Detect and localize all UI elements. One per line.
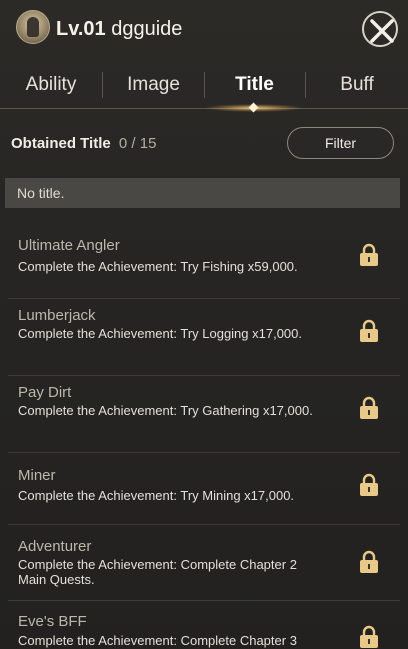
character-name: dgguide bbox=[111, 18, 183, 40]
title-description: Complete the Achievement: Try Mining x17… bbox=[18, 488, 295, 503]
list-item[interactable]: Miner Complete the Achievement: Try Mini… bbox=[0, 453, 408, 524]
list-item[interactable]: Pay Dirt Complete the Achievement: Try G… bbox=[0, 376, 408, 452]
tab-bar: Ability Image Title Buff bbox=[0, 62, 408, 109]
obtained-title-summary: Obtained Title 0 / 15 bbox=[11, 135, 156, 153]
close-icon bbox=[370, 19, 394, 43]
lock-icon bbox=[360, 473, 378, 496]
header: Lv.01 dgguide bbox=[0, 0, 408, 58]
title-description: Complete the Achievement: Try Fishing x5… bbox=[18, 259, 298, 274]
lock-icon bbox=[360, 396, 378, 419]
list-item[interactable]: Eve's BFF Complete the Achievement: Comp… bbox=[0, 601, 408, 649]
character-title: Lv.01 dgguide bbox=[56, 17, 182, 41]
tab-ability[interactable]: Ability bbox=[0, 62, 102, 108]
avatar bbox=[16, 10, 50, 44]
title-name: Pay Dirt bbox=[18, 384, 72, 401]
list-item[interactable]: Ultimate Angler Complete the Achievement… bbox=[0, 222, 408, 298]
obtained-title-label: Obtained Title bbox=[11, 135, 111, 152]
obtained-title-count: 0 / 15 bbox=[118, 135, 157, 152]
list-item[interactable]: Lumberjack Complete the Achievement: Try… bbox=[0, 299, 408, 375]
tab-title[interactable]: Title bbox=[205, 62, 304, 108]
character-panel: Lv.01 dgguide Ability Image Title Buff O… bbox=[0, 0, 408, 649]
lock-icon bbox=[360, 243, 378, 266]
close-button[interactable] bbox=[362, 11, 398, 47]
lock-icon bbox=[360, 550, 378, 573]
title-name: Miner bbox=[18, 467, 56, 484]
tab-buff[interactable]: Buff bbox=[306, 62, 408, 108]
title-name: Ultimate Angler bbox=[18, 237, 120, 254]
title-name: Adventurer bbox=[18, 538, 92, 555]
title-name: Eve's BFF bbox=[18, 613, 87, 630]
level-label: Lv.01 bbox=[56, 18, 106, 40]
list-item[interactable]: Adventurer Complete the Achievement: Com… bbox=[0, 525, 408, 600]
tab-image[interactable]: Image bbox=[103, 62, 204, 108]
title-description: Complete the Achievement: Try Logging x1… bbox=[18, 326, 303, 341]
lock-icon bbox=[360, 319, 378, 342]
equipped-title-slot[interactable]: No title. bbox=[5, 178, 400, 208]
title-description: Complete the Achievement: Complete Chapt… bbox=[18, 633, 297, 648]
title-description: Complete the Achievement: Complete Chapt… bbox=[18, 557, 297, 587]
title-list[interactable]: Ultimate Angler Complete the Achievement… bbox=[0, 222, 408, 649]
filter-button[interactable]: Filter bbox=[287, 127, 394, 159]
title-description: Complete the Achievement: Try Gathering … bbox=[18, 403, 313, 418]
title-name: Lumberjack bbox=[18, 307, 96, 324]
lock-icon bbox=[360, 625, 378, 648]
